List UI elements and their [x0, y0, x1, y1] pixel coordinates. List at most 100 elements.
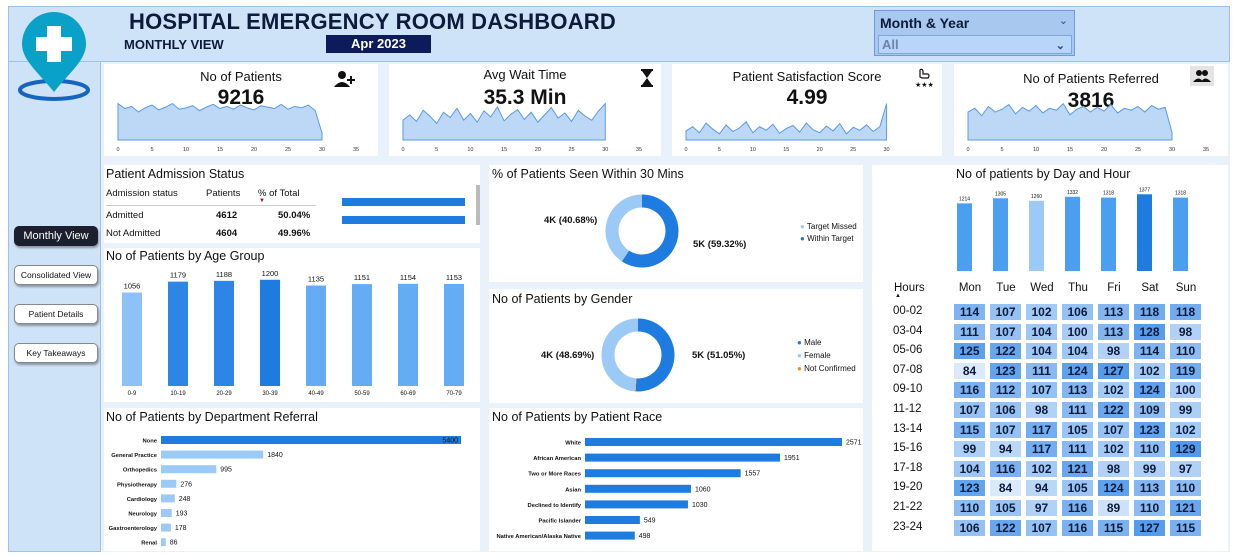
- tick-label: 5: [435, 147, 438, 152]
- category-label: Two or More Races: [528, 472, 581, 478]
- heatmap-cell: 125: [954, 343, 985, 360]
- heatmap-cell: 107: [954, 402, 985, 418]
- heatmap-cell: 121: [1062, 460, 1093, 477]
- kpi-card-satisfaction: Patient Satisfaction Score 4.99 ★★★ 0 5 10…: [672, 64, 942, 156]
- tick-label: 25: [1135, 147, 1141, 152]
- slicer-selected-value: All: [882, 37, 899, 52]
- category-label: 0-9: [128, 391, 137, 397]
- hospital-location-icon: [18, 12, 90, 101]
- heatmap-cell: 110: [1134, 441, 1165, 458]
- month-year-slicer[interactable]: Month & Year ⌄ All ⌄: [874, 10, 1075, 56]
- admission-status-card: Patient Admission Status Admission statu…: [104, 165, 480, 243]
- chevron-down-icon[interactable]: ⌄: [1056, 37, 1065, 55]
- heatmap-cell: 107: [1026, 519, 1057, 536]
- heatmap-cell: 104: [1062, 343, 1093, 360]
- day-header: Mon: [958, 282, 982, 294]
- slicer-dropdown[interactable]: All ⌄: [878, 35, 1072, 54]
- data-label: 1200: [262, 269, 279, 278]
- hour-label: 17-18: [893, 461, 923, 474]
- heatmap-cell: 111: [1062, 441, 1093, 458]
- tick-label: 25: [285, 147, 291, 152]
- day-header: Tue: [996, 282, 1016, 294]
- day-header: Wed: [1030, 282, 1054, 294]
- category-label: Declined to Identify: [528, 503, 582, 509]
- monthly-view-button[interactable]: Monthly View: [14, 226, 98, 246]
- heatmap-cell: 122: [1098, 402, 1129, 418]
- heatmap-cell: 99: [1134, 460, 1165, 477]
- category-label: Orthopedics: [123, 468, 157, 474]
- hour-label: 09-10: [893, 383, 923, 396]
- scrollbar[interactable]: [476, 185, 480, 225]
- data-label: 1840: [267, 452, 283, 459]
- age-bar: [398, 283, 418, 386]
- data-label: 178: [175, 525, 187, 532]
- tick-label: 0: [684, 147, 687, 152]
- tick-label: 15: [783, 147, 789, 152]
- day-totals-chart: 1214 1305 1260 1332 1318 1377 1318: [957, 187, 1188, 271]
- heatmap-cell: 116: [990, 460, 1021, 477]
- column-header[interactable]: Admission status: [106, 188, 178, 199]
- heatmap-cell: 99: [954, 441, 985, 458]
- bar: [585, 484, 691, 493]
- data-label: 549: [644, 518, 656, 525]
- hour-label: 00-02: [893, 305, 923, 317]
- seen30-card: % of Patients Seen Within 30 Mins 4K (40…: [489, 165, 863, 282]
- heatmap-cell: 110: [1170, 480, 1201, 497]
- tick-label: 5: [150, 147, 153, 152]
- tick-label: 15: [1067, 147, 1073, 152]
- heatmap-cell: 113: [1062, 382, 1093, 399]
- age-group-chart: 1056 0-9 1179 10-19 1188 20-29 1200 30-39 1135 40…: [122, 269, 464, 397]
- race-card: No of Patients by Patient Race White 2571…: [489, 408, 863, 551]
- column-header[interactable]: Patients: [206, 188, 240, 199]
- heatmap-cell: 111: [954, 323, 985, 340]
- patient-details-button[interactable]: Patient Details: [14, 304, 98, 324]
- bar: [585, 438, 842, 446]
- tick-label: 25: [850, 147, 856, 152]
- chevron-down-icon[interactable]: ⌄: [1059, 14, 1068, 27]
- heatmap-cell: 119: [1170, 362, 1201, 379]
- tick-label: 10: [183, 147, 189, 152]
- sort-asc-icon: ▲: [895, 293, 901, 299]
- heatmap-cell: 97: [1170, 460, 1201, 477]
- heatmap-cell: 114: [954, 304, 985, 320]
- tick-label: 0: [116, 147, 119, 152]
- heatmap-cell: 110: [954, 500, 985, 516]
- age-bar: [214, 280, 234, 386]
- donut-label: 4K (48.69%): [541, 350, 595, 361]
- heatmap-cell: 107: [990, 421, 1021, 438]
- tick-label: 0: [966, 147, 969, 152]
- data-label: 1951: [784, 455, 800, 462]
- heatmap-cell: 102: [1026, 460, 1057, 477]
- legend-item: ● Not Confirmed: [797, 364, 856, 373]
- heatmap-cell: 128: [1134, 323, 1165, 340]
- bar: [161, 509, 172, 517]
- wait-time-sparkline: 0 5 10 15 20 25 30 35: [401, 102, 642, 152]
- heatmap-cell: 117: [1026, 421, 1057, 438]
- data-label: 193: [176, 511, 188, 518]
- category-label: 30-39: [262, 391, 278, 397]
- age-bar: [260, 279, 280, 386]
- data-label: 1154: [400, 273, 416, 282]
- heatmap-cell: 115: [954, 421, 985, 438]
- heatmap-cell: 123: [1134, 421, 1165, 438]
- category-label: Cardiology: [127, 497, 158, 503]
- table-cell: 4612: [216, 210, 238, 221]
- data-label: 1135: [308, 275, 324, 284]
- day-hour-card: No of patients by Day and Hour 1214 1305 1…: [872, 165, 1228, 551]
- tick-label: 30: [884, 147, 890, 152]
- referred-sparkline: 0 5 10 15 20 25 30 35: [966, 102, 1209, 152]
- bar: [585, 531, 635, 540]
- hour-label: 21-22: [893, 501, 923, 513]
- data-label: 1056: [124, 282, 141, 291]
- heatmap-cell: 102: [1134, 362, 1165, 379]
- consolidated-view-button[interactable]: Consolidated View: [14, 265, 98, 285]
- key-takeaways-button[interactable]: Key Takeaways: [14, 343, 98, 363]
- kpi-card-patients: No of Patients 9216 0 5 10 15 20 25 30 35: [104, 64, 378, 156]
- day-header: Fri: [1107, 282, 1121, 294]
- day-header: Sun: [1175, 282, 1197, 294]
- heatmap-cell: 110: [1134, 500, 1165, 516]
- heatmap-cell: 109: [1134, 402, 1165, 418]
- category-label: 70-79: [446, 391, 462, 397]
- heatmap-cell: 114: [1134, 343, 1165, 360]
- data-label: 1260: [1031, 194, 1042, 200]
